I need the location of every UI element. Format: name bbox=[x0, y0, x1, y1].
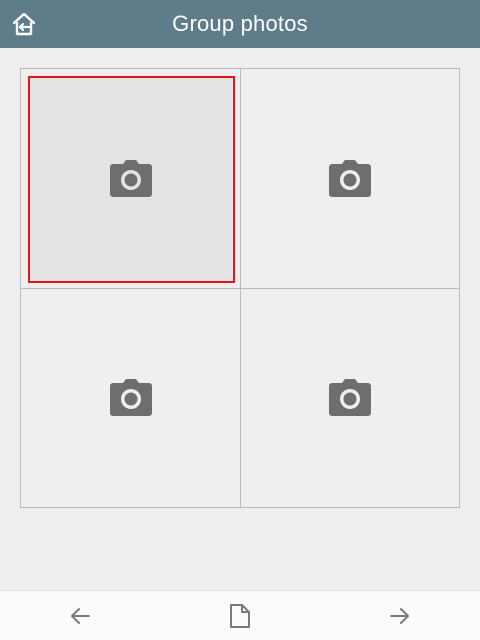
bottom-navigation-bar bbox=[0, 590, 480, 640]
app-root: Group photos bbox=[0, 0, 480, 640]
photo-slot-4[interactable] bbox=[240, 288, 459, 507]
photo-slot-1[interactable] bbox=[21, 69, 240, 288]
photo-slot-3[interactable] bbox=[21, 288, 240, 507]
top-app-bar: Group photos bbox=[0, 0, 480, 48]
home-button[interactable] bbox=[0, 0, 48, 48]
home-back-icon bbox=[12, 12, 36, 36]
next-button[interactable] bbox=[370, 591, 430, 640]
arrow-right-icon bbox=[390, 607, 409, 624]
previous-button[interactable] bbox=[50, 591, 110, 640]
photo-grid bbox=[20, 68, 460, 508]
document-icon bbox=[230, 603, 250, 628]
camera-icon bbox=[109, 159, 152, 197]
camera-icon bbox=[109, 379, 152, 416]
camera-icon bbox=[329, 379, 371, 416]
photo-slot-2[interactable] bbox=[240, 69, 459, 288]
page-title: Group photos bbox=[172, 11, 308, 36]
camera-icon bbox=[329, 159, 371, 197]
document-button[interactable] bbox=[210, 591, 270, 640]
arrow-left-icon bbox=[71, 607, 90, 624]
